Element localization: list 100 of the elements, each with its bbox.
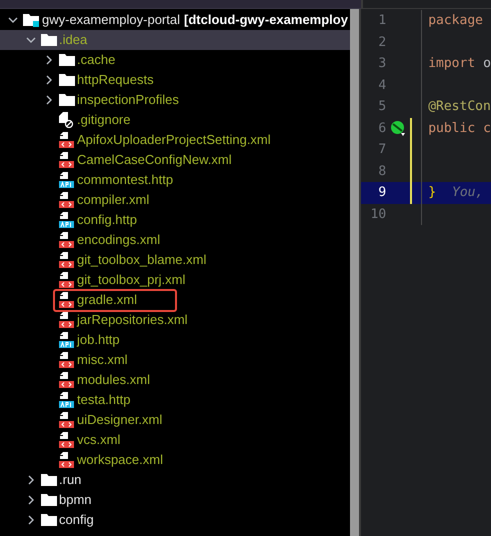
tree-row[interactable]: .run — [0, 470, 350, 490]
file-name: testa.http — [77, 392, 130, 408]
tree-row[interactable]: jarRepositories.xml — [0, 310, 350, 330]
tree-row[interactable]: CamelCaseConfigNew.xml — [0, 150, 350, 170]
file-name: .idea — [59, 32, 88, 48]
file-name: vcs.xml — [77, 432, 120, 448]
tree-row[interactable]: .cache — [0, 50, 350, 70]
ignored-file-icon — [59, 112, 75, 128]
folder-icon — [59, 73, 75, 87]
file-name: job.http — [77, 332, 120, 348]
file-name: encodings.xml — [77, 232, 160, 248]
line-number: 4 — [378, 78, 386, 92]
line-number: 2 — [378, 34, 386, 50]
line-number: 8 — [378, 164, 386, 178]
file-name: config.http — [77, 212, 137, 228]
chevron-right-icon[interactable] — [44, 95, 54, 105]
tree-row[interactable]: modules.xml — [0, 370, 350, 390]
tree-row[interactable]: commontest.http — [0, 170, 350, 190]
api-file-icon — [59, 212, 75, 228]
xml-file-icon — [59, 432, 75, 448]
file-name: jarRepositories.xml — [77, 312, 188, 328]
xml-file-icon — [59, 412, 75, 428]
file-name: httpRequests — [77, 72, 154, 88]
api-file-icon — [59, 392, 75, 408]
chevron-down-icon[interactable] — [26, 35, 36, 45]
tree-row[interactable]: git_toolbox_prj.xml — [0, 270, 350, 290]
file-name: compiler.xml — [77, 192, 150, 208]
tree-row[interactable]: compiler.xml — [0, 190, 350, 210]
file-name: ApifoxUploaderProjectSetting.xml — [77, 132, 271, 148]
xml-file-icon — [59, 272, 75, 288]
file-name: .run — [59, 472, 82, 488]
api-file-icon — [59, 172, 75, 188]
api-file-icon — [59, 332, 75, 348]
folder-icon — [41, 33, 57, 47]
chevron-right-icon[interactable] — [26, 475, 36, 485]
line-number: 6 — [378, 120, 386, 136]
tree-row[interactable]: .gitignore — [0, 110, 350, 130]
chevron-right-icon[interactable] — [44, 75, 54, 85]
line-number: 1 — [378, 13, 386, 28]
tree-row[interactable]: bpmn — [0, 490, 350, 510]
xml-file-icon — [59, 252, 75, 268]
xml-file-icon — [59, 372, 75, 388]
line-number: 9 — [378, 185, 386, 200]
file-name: .cache — [77, 52, 116, 68]
chevron-right-icon[interactable] — [26, 515, 36, 525]
line-number: 7 — [378, 142, 386, 157]
scrollbar[interactable] — [350, 9, 360, 536]
module-folder-icon — [23, 13, 39, 27]
code-token: public — [428, 120, 476, 138]
code-token: @RestCon — [428, 98, 491, 116]
tree-row[interactable]: uiDesigner.xml — [0, 410, 350, 430]
tree-row[interactable]: testa.http — [0, 390, 350, 410]
tree-row[interactable]: gwy-examemploy-portal [dtcloud-gwy-examemploy — [0, 10, 350, 30]
code-token: package — [428, 12, 483, 30]
tree-row[interactable]: job.http — [0, 330, 350, 350]
chevron-right-icon[interactable] — [26, 495, 36, 505]
folder-icon — [41, 513, 57, 527]
xml-file-icon — [59, 452, 75, 468]
xml-file-icon — [59, 312, 75, 328]
tree-row[interactable]: httpRequests — [0, 70, 350, 90]
code-token: import — [428, 55, 476, 73]
xml-file-icon — [59, 292, 75, 308]
line-number: 5 — [378, 99, 386, 114]
tree-row[interactable]: misc.xml — [0, 350, 350, 370]
xml-file-icon — [59, 352, 75, 368]
file-name: inspectionProfiles — [77, 92, 179, 108]
line-number: 10 — [370, 206, 386, 222]
file-name: CamelCaseConfigNew.xml — [77, 152, 232, 168]
file-name: config — [59, 512, 94, 528]
file-name: modules.xml — [77, 372, 150, 388]
folder-icon — [41, 473, 57, 487]
bean-icon[interactable] — [390, 120, 406, 136]
chevron-down-icon[interactable] — [8, 15, 18, 25]
file-name: .gitignore — [77, 112, 130, 128]
xml-file-icon — [59, 192, 75, 208]
tree-row[interactable]: ApifoxUploaderProjectSetting.xml — [0, 130, 350, 150]
project-context: [dtcloud-gwy-examemploy — [184, 11, 348, 30]
tree-row[interactable]: vcs.xml — [0, 430, 350, 450]
file-name: uiDesigner.xml — [77, 412, 162, 428]
tree-row[interactable]: inspectionProfiles — [0, 90, 350, 110]
code-token: o — [483, 55, 491, 73]
tree-row[interactable]: .idea — [0, 30, 350, 50]
file-name: bpmn — [59, 492, 92, 508]
file-name: git_toolbox_prj.xml — [77, 272, 186, 288]
code-token: c — [483, 120, 491, 138]
code-token: You, — [452, 184, 484, 202]
file-name: gradle.xml — [77, 292, 137, 308]
tree-row[interactable]: config — [0, 510, 350, 530]
file-name: misc.xml — [77, 352, 128, 368]
tree-row[interactable]: git_toolbox_blame.xml — [0, 250, 350, 270]
chevron-right-icon[interactable] — [44, 55, 54, 65]
tree-row[interactable]: workspace.xml — [0, 450, 350, 470]
project-name: gwy-examemploy-portal — [42, 11, 180, 30]
code-token: } — [428, 184, 436, 202]
tree-row[interactable]: gradle.xml — [0, 290, 350, 310]
tree-row[interactable]: encodings.xml — [0, 230, 350, 250]
file-name: workspace.xml — [77, 452, 163, 468]
tree-row[interactable]: config.http — [0, 210, 350, 230]
xml-file-icon — [59, 132, 75, 148]
file-name: commontest.http — [77, 172, 174, 188]
